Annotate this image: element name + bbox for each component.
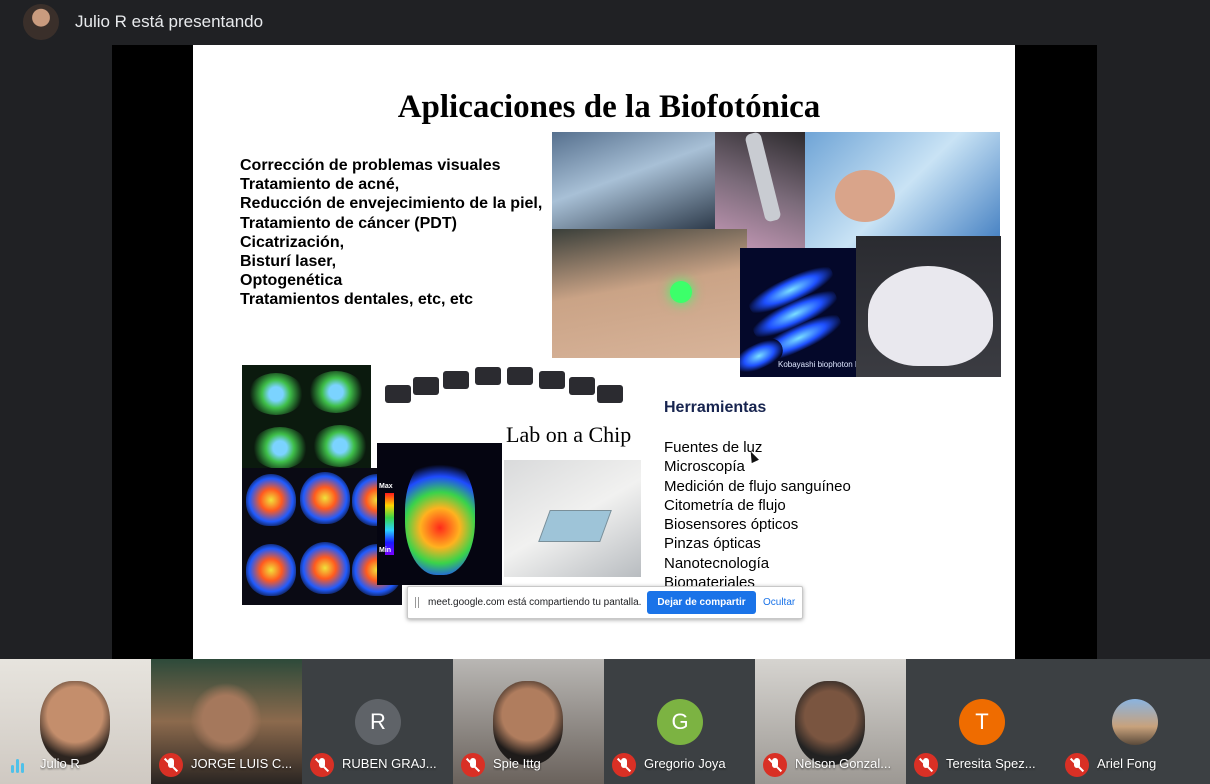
- participant-video: [795, 681, 865, 765]
- camera-array-image: [385, 363, 625, 427]
- participant-name: Julio R: [40, 756, 80, 771]
- tools-list: Fuentes de luz Microscopía Medición de f…: [664, 438, 851, 592]
- mic-off-icon: [159, 753, 183, 777]
- avatar: [1112, 699, 1158, 745]
- drag-handle-icon[interactable]: [415, 597, 419, 608]
- list-item: Optogenética: [240, 272, 343, 290]
- participant-name: Spie Ittg: [493, 756, 541, 771]
- screen-share-notification: meet.google.com está compartiendo tu pan…: [407, 586, 803, 619]
- biophoton-hand-image: Kobayashi biophoton lab: [740, 248, 856, 377]
- list-item: Cicatrización,: [240, 233, 345, 251]
- list-item: Tratamientos dentales, etc, etc: [240, 291, 473, 309]
- mic-off-icon: [612, 753, 636, 777]
- mic-off-icon: [310, 753, 334, 777]
- avatar: T: [959, 699, 1005, 745]
- mic-off-icon: [914, 753, 938, 777]
- presentation-stage: Aplicaciones de la Biofotónica Correcció…: [112, 45, 1097, 659]
- skin-laser-photo: [552, 229, 747, 358]
- participant-name: Nelson Gonzal...: [795, 756, 892, 771]
- participant-tile-jorge-luis[interactable]: JORGE LUIS C...: [151, 659, 302, 784]
- fluorescent-cells-image: [242, 365, 371, 468]
- participant-tile-nelson[interactable]: Nelson Gonzal...: [755, 659, 906, 784]
- surgery-photo: [552, 132, 715, 229]
- participant-tile-julio-r[interactable]: Julio R: [0, 659, 151, 784]
- microfluidic-chip-photo: [504, 460, 641, 577]
- mic-off-icon: [461, 753, 485, 777]
- list-item: Nanotecnología: [664, 554, 770, 572]
- participant-video: [40, 681, 110, 765]
- participant-tile-gregorio[interactable]: G Gregorio Joya: [604, 659, 755, 784]
- list-item: Corrección de problemas visuales: [240, 157, 501, 174]
- biophoton-caption: Kobayashi biophoton lab: [778, 360, 856, 369]
- list-item: Reducción de envejecimiento de la piel,: [240, 195, 543, 213]
- list-item: Tratamiento de acné,: [240, 176, 400, 194]
- scale-max-label: Max: [379, 483, 393, 490]
- speaking-indicator-icon: [11, 759, 29, 773]
- participant-name: JORGE LUIS C...: [191, 756, 293, 771]
- list-item: Fuentes de luz: [664, 439, 763, 456]
- color-scale: [385, 493, 394, 555]
- participant-tile-ruben[interactable]: R RUBEN GRAJ...: [302, 659, 453, 784]
- list-item: Medición de flujo sanguíneo: [664, 477, 851, 495]
- participant-tile-ariel[interactable]: Ariel Fong: [1057, 659, 1210, 784]
- scale-min-label: Min: [379, 547, 392, 554]
- share-message: meet.google.com está compartiendo tu pan…: [428, 597, 642, 608]
- participant-video: [191, 681, 261, 765]
- participant-name: Gregorio Joya: [644, 756, 726, 771]
- avatar: R: [355, 699, 401, 745]
- stop-sharing-button[interactable]: Dejar de compartir: [647, 591, 756, 614]
- participant-name: RUBEN GRAJ...: [342, 756, 437, 771]
- phototherapy-baby-photo: [805, 132, 1000, 248]
- tools-heading: Herramientas: [664, 399, 767, 416]
- list-item: Tratamiento de cáncer (PDT): [240, 214, 457, 232]
- participant-name: Ariel Fong: [1097, 756, 1157, 771]
- presenter-status: Julio R está presentando: [75, 12, 264, 31]
- list-item: Bisturí laser,: [240, 252, 337, 270]
- mic-off-icon: [763, 753, 787, 777]
- list-item: Pinzas ópticas: [664, 535, 761, 553]
- participant-strip: Julio R JORGE LUIS C... R RUBEN GRAJ... …: [0, 659, 1210, 784]
- slide: Aplicaciones de la Biofotónica Correcció…: [193, 45, 1015, 659]
- participant-tile-teresita[interactable]: T Teresita Spez...: [906, 659, 1057, 784]
- avatar: G: [657, 699, 703, 745]
- mouse-pet-scan: Max Min: [377, 443, 502, 585]
- participant-name: Teresita Spez...: [946, 756, 1036, 771]
- hide-button[interactable]: Ocultar: [763, 591, 795, 614]
- presenter-avatar: [23, 4, 59, 40]
- slide-title: Aplicaciones de la Biofotónica: [397, 89, 821, 125]
- participant-tile-spie-ittg[interactable]: Spie Ittg: [453, 659, 604, 784]
- top-bar: Julio R está presentando: [0, 0, 1210, 44]
- mic-off-icon: [1065, 753, 1089, 777]
- list-item: Citometría de flujo: [664, 496, 786, 514]
- applications-list: Corrección de problemas visuales Tratami…: [240, 156, 542, 310]
- list-item: Biosensores ópticos: [664, 516, 799, 534]
- lab-on-chip-label: Lab on a Chip: [506, 422, 632, 447]
- participant-video: [493, 681, 563, 765]
- optogenetics-mouse-photo: [856, 236, 1001, 377]
